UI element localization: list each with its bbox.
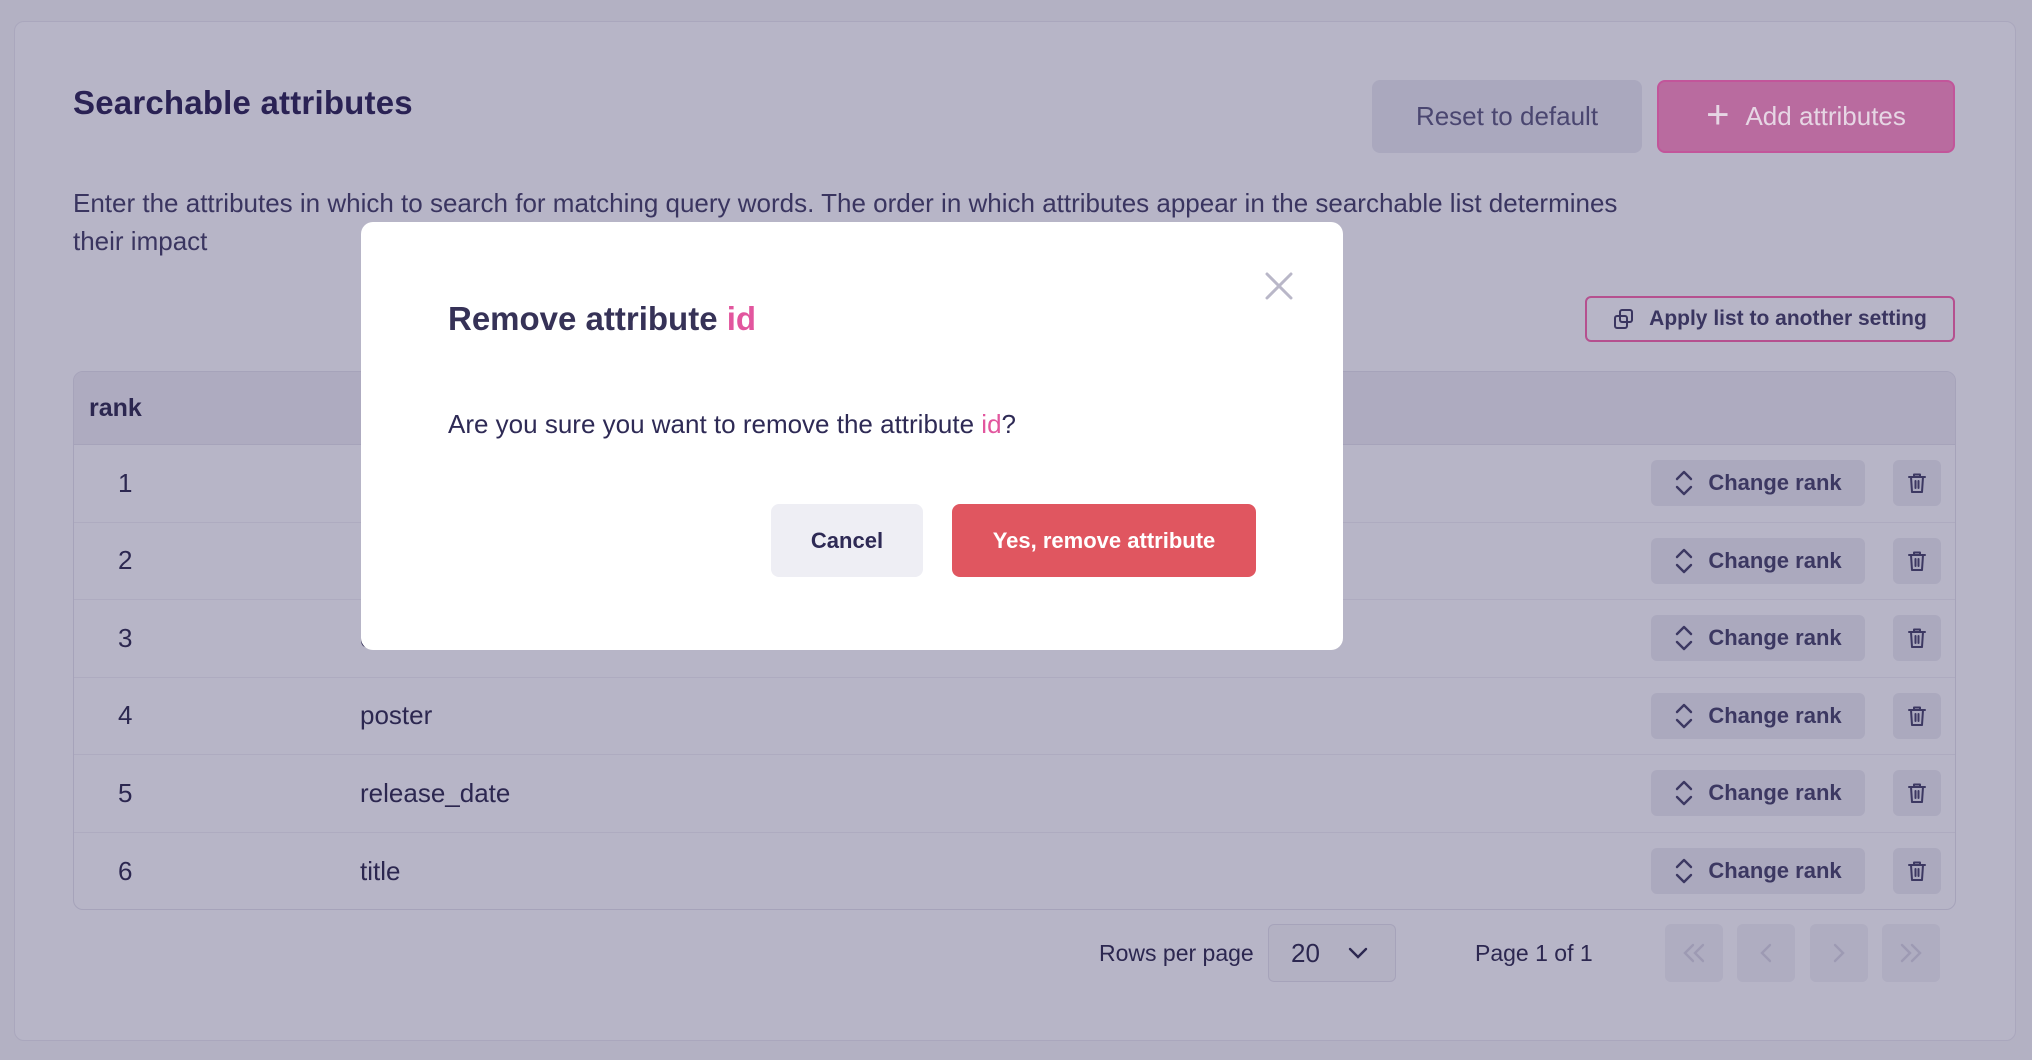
change-rank-label: Change rank — [1708, 702, 1842, 728]
rank-cell: 5 — [118, 777, 133, 808]
rows-per-page-select[interactable]: 20 — [1268, 924, 1396, 982]
change-rank-button[interactable]: Change rank — [1651, 537, 1865, 584]
table-row: 4 poster Change rank — [74, 678, 1955, 755]
trash-icon — [1908, 551, 1926, 571]
change-rank-label: Change rank — [1708, 780, 1842, 806]
apply-list-label: Apply list to another setting — [1649, 307, 1927, 330]
rows-per-page-label: Rows per page — [1099, 940, 1254, 966]
change-rank-button[interactable]: Change rank — [1651, 848, 1865, 895]
next-page-button[interactable] — [1810, 924, 1868, 982]
modal-message-suffix: ? — [1001, 409, 1017, 439]
chevron-right-icon — [1833, 943, 1845, 963]
rank-cell: 6 — [118, 855, 133, 886]
rank-cell: 4 — [118, 700, 133, 731]
trash-icon — [1908, 706, 1926, 726]
modal-title-text: Remove attribute — [448, 300, 718, 337]
last-page-button[interactable] — [1882, 924, 1940, 982]
modal-title: Remove attribute id — [448, 300, 756, 338]
sort-arrows-icon — [1676, 859, 1693, 884]
delete-attribute-button[interactable] — [1893, 537, 1941, 584]
sort-arrows-icon — [1676, 471, 1693, 496]
previous-page-button[interactable] — [1737, 924, 1795, 982]
attribute-name-cell: title — [360, 855, 401, 886]
modal-message: Are you sure you want to remove the attr… — [448, 409, 1016, 440]
apply-list-button[interactable]: Apply list to another setting — [1585, 296, 1955, 342]
chevrons-left-icon — [1683, 943, 1705, 963]
copy-icon — [1614, 309, 1634, 329]
delete-attribute-button[interactable] — [1893, 770, 1941, 817]
change-rank-label: Change rank — [1708, 858, 1842, 884]
page-info: Page 1 of 1 — [1475, 940, 1593, 966]
delete-attribute-button[interactable] — [1893, 848, 1941, 895]
change-rank-button[interactable]: Change rank — [1651, 770, 1865, 817]
reset-to-default-button[interactable]: Reset to default — [1372, 80, 1642, 153]
sort-arrows-icon — [1676, 781, 1693, 806]
trash-icon — [1908, 473, 1926, 494]
delete-attribute-button[interactable] — [1893, 460, 1941, 507]
cancel-button[interactable]: Cancel — [771, 504, 923, 577]
trash-icon — [1908, 628, 1926, 649]
trash-icon — [1908, 783, 1926, 804]
change-rank-label: Change rank — [1708, 547, 1842, 573]
plus-icon: + — [1706, 92, 1730, 137]
confirm-remove-button[interactable]: Yes, remove attribute — [952, 504, 1256, 577]
rows-per-page-value: 20 — [1291, 937, 1320, 968]
sort-arrows-icon — [1676, 703, 1693, 728]
change-rank-label: Change rank — [1708, 625, 1842, 651]
page-title: Searchable attributes — [73, 84, 413, 121]
change-rank-label: Change rank — [1708, 470, 1842, 496]
rank-cell: 2 — [118, 545, 133, 576]
chevron-down-icon — [1348, 947, 1368, 959]
modal-title-attribute: id — [726, 300, 757, 337]
chevron-left-icon — [1760, 943, 1772, 963]
pagination-bar: Rows per page 20 Page 1 of 1 — [0, 924, 2032, 984]
delete-attribute-button[interactable] — [1893, 692, 1941, 739]
delete-attribute-button[interactable] — [1893, 615, 1941, 662]
sort-arrows-icon — [1676, 626, 1693, 651]
trash-icon — [1908, 861, 1926, 882]
change-rank-button[interactable]: Change rank — [1651, 615, 1865, 662]
rank-cell: 3 — [118, 622, 133, 653]
modal-message-attribute: id — [981, 409, 1002, 439]
add-attributes-button[interactable]: + Add attributes — [1657, 80, 1955, 153]
table-row: 6 title Change rank — [74, 833, 1955, 910]
rank-cell: 1 — [118, 467, 133, 498]
add-attributes-label: Add attributes — [1745, 101, 1906, 131]
attribute-name-cell: poster — [360, 700, 433, 731]
close-icon[interactable] — [1263, 270, 1295, 302]
table-row: 5 release_date Change rank — [74, 755, 1955, 833]
modal-message-text: Are you sure you want to remove the attr… — [448, 409, 975, 439]
remove-attribute-modal: Remove attribute id Are you sure you wan… — [361, 222, 1343, 650]
sort-arrows-icon — [1676, 548, 1693, 573]
rank-column-header: rank — [89, 393, 142, 422]
attribute-name-cell: release_date — [360, 777, 511, 808]
change-rank-button[interactable]: Change rank — [1651, 460, 1865, 507]
change-rank-button[interactable]: Change rank — [1651, 692, 1865, 739]
first-page-button[interactable] — [1665, 924, 1723, 982]
chevrons-right-icon — [1900, 943, 1922, 963]
